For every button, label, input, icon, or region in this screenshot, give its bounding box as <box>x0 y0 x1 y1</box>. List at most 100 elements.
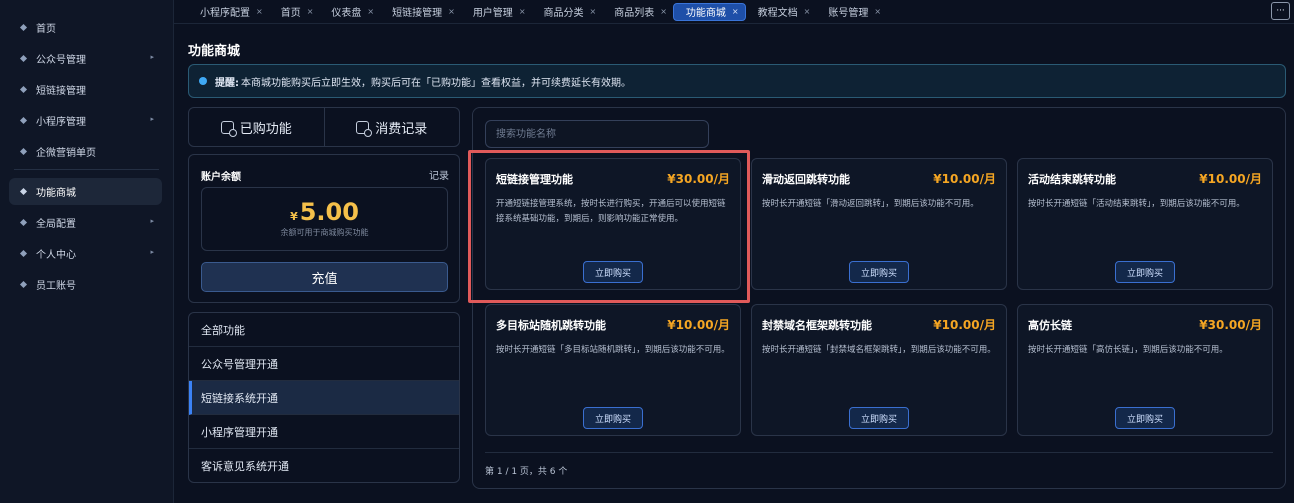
buy-now-button[interactable]: 立即购买 <box>1115 261 1175 283</box>
records-icon <box>356 120 373 137</box>
diamond-icon <box>19 54 28 63</box>
category-item-mini-program[interactable]: 小程序管理开通 <box>189 415 459 449</box>
tab-docs[interactable]: 教程文档 × <box>746 3 817 21</box>
close-icon[interactable]: × <box>660 7 667 16</box>
card-title: 封禁域名框架跳转功能 <box>762 319 872 332</box>
search-input[interactable] <box>485 120 709 148</box>
tab-account-management[interactable]: 账号管理 × <box>816 3 887 21</box>
tab-bar: 小程序配置 × 首页 × 仪表盘 × 短链接管理 × 用户管理 × 商品分类 × 商品列表 ×… <box>174 0 1294 24</box>
chevron-right-icon: ▸ <box>150 217 154 225</box>
buy-now-button[interactable]: 立即购买 <box>583 407 643 429</box>
close-icon[interactable]: × <box>367 7 374 16</box>
sidebar-item-label: 个人中心 <box>36 250 76 261</box>
balance-box: ¥5.00 余额可用于商城购买功能 <box>201 187 448 251</box>
tab-label: 商品分类 <box>543 8 584 19</box>
tab-dashboard[interactable]: 仪表盘 × <box>319 3 380 21</box>
tab-short-link[interactable]: 短链接管理 × <box>380 3 461 21</box>
consumption-records-button[interactable]: 消费记录 <box>323 108 460 146</box>
records-label: 消费记录 <box>375 121 428 137</box>
buy-now-button[interactable]: 立即购买 <box>849 407 909 429</box>
sidebar-item-label: 公众号管理 <box>36 55 86 66</box>
notice-prefix: 提醒: <box>215 77 239 89</box>
close-icon[interactable]: × <box>804 7 811 16</box>
purchased-label: 已购功能 <box>239 121 292 137</box>
balance-records-link[interactable]: 记录 <box>429 167 449 182</box>
balance-note: 余额可用于商城购买功能 <box>280 228 369 237</box>
chevron-right-icon: ▸ <box>150 53 154 61</box>
sidebar-item-wecom-page[interactable]: 企微营销单页 <box>9 138 162 165</box>
diamond-icon <box>19 23 28 32</box>
sidebar-divider <box>14 169 159 170</box>
sidebar-item-global-config[interactable]: 全局配置 ▸ <box>9 209 162 236</box>
tab-mini-program-config[interactable]: 小程序配置 × <box>188 3 269 21</box>
card-price: ¥30.00/月 <box>667 172 730 186</box>
tab-product-list[interactable]: 商品列表 × <box>602 3 673 21</box>
chevron-right-icon: ▸ <box>150 115 154 123</box>
sidebar-item-label: 首页 <box>36 24 56 35</box>
tab-label: 小程序配置 <box>200 8 250 19</box>
card-price: ¥30.00/月 <box>1199 318 1262 332</box>
close-icon[interactable]: × <box>590 7 597 16</box>
card-title: 多目标站随机跳转功能 <box>496 319 606 332</box>
info-icon <box>199 77 207 85</box>
buy-now-button[interactable]: 立即购买 <box>849 261 909 283</box>
category-item-all[interactable]: 全部功能 <box>189 313 459 347</box>
feature-card: 多目标站随机跳转功能 ¥10.00/月 按时长开通短链「多目标站随机跳转」，到期… <box>485 304 741 436</box>
card-title: 高仿长链 <box>1028 319 1072 332</box>
close-icon[interactable]: × <box>732 7 739 16</box>
feature-card: 滑动返回跳转功能 ¥10.00/月 按时长开通短链「滑动返回跳转」，到期后该功能… <box>751 158 1007 290</box>
diamond-icon <box>19 187 28 196</box>
buy-now-button[interactable]: 立即购买 <box>583 261 643 283</box>
feature-card: 活动结束跳转功能 ¥10.00/月 按时长开通短链「活动结束跳转」，到期后该功能… <box>1017 158 1273 290</box>
sidebar-item-personal-center[interactable]: 个人中心 ▸ <box>9 240 162 267</box>
tab-label: 用户管理 <box>472 8 513 19</box>
diamond-icon <box>19 116 28 125</box>
category-item-wechat-official[interactable]: 公众号管理开通 <box>189 347 459 381</box>
more-tabs-button[interactable]: ··· <box>1271 2 1290 20</box>
close-icon[interactable]: × <box>448 7 455 16</box>
pagination-info: 第 1 / 1 页，共 6 个 <box>485 467 568 477</box>
sidebar-item-home[interactable]: 首页 <box>9 14 162 41</box>
sidebar-item-staff-account[interactable]: 员工账号 <box>9 271 162 298</box>
tab-label: 仪表盘 <box>331 8 362 19</box>
tab-product-category[interactable]: 商品分类 × <box>532 3 603 21</box>
tab-user-management[interactable]: 用户管理 × <box>461 3 532 21</box>
balance-amount: ¥5.00 <box>202 198 447 226</box>
category-item-complaints[interactable]: 客诉意见系统开通 <box>189 449 459 482</box>
sidebar-item-label: 企微营销单页 <box>36 148 96 159</box>
card-description: 开通短链接管理系统，按时长进行购买，开通后可以使用短链接系统基础功能，到期后，则… <box>496 199 726 224</box>
close-icon[interactable]: × <box>256 7 263 16</box>
balance-value: 5.00 <box>299 198 359 226</box>
chevron-right-icon: ▸ <box>150 248 154 256</box>
sidebar-item-mini-program[interactable]: 小程序管理 ▸ <box>9 107 162 134</box>
pager-divider <box>485 452 1273 453</box>
page-title: 功能商城 <box>188 44 241 59</box>
sidebar-item-short-link[interactable]: 短链接管理 <box>9 76 162 103</box>
tab-label: 账号管理 <box>828 8 869 19</box>
tab-feature-mall[interactable]: 功能商城 × <box>672 2 746 21</box>
purchased-icon <box>220 120 237 137</box>
close-icon[interactable]: × <box>874 7 881 16</box>
tab-label: 短链接管理 <box>392 8 443 19</box>
sidebar-item-label: 短链接管理 <box>36 86 86 97</box>
card-title: 滑动返回跳转功能 <box>762 173 850 186</box>
currency-symbol: ¥ <box>290 210 298 223</box>
card-description: 按时长开通短链「高仿长链」，到期后该功能不可用。 <box>1028 345 1228 355</box>
diamond-icon <box>19 147 28 156</box>
tab-home[interactable]: 首页 × <box>269 3 320 21</box>
card-price: ¥10.00/月 <box>933 172 996 186</box>
category-list: 全部功能 公众号管理开通 短链接系统开通 小程序管理开通 客诉意见系统开通 <box>188 312 460 483</box>
card-price: ¥10.00/月 <box>1199 172 1262 186</box>
feature-card: 高仿长链 ¥30.00/月 按时长开通短链「高仿长链」，到期后该功能不可用。 立… <box>1017 304 1273 436</box>
buy-now-button[interactable]: 立即购买 <box>1115 407 1175 429</box>
close-icon[interactable]: × <box>519 7 526 16</box>
purchased-features-button[interactable]: 已购功能 <box>189 108 324 146</box>
sidebar-item-wechat-official[interactable]: 公众号管理 ▸ <box>9 45 162 72</box>
balance-card: 账户余额 记录 ¥5.00 余额可用于商城购买功能 充值 <box>188 154 460 303</box>
balance-title: 账户余额 <box>201 172 241 183</box>
view-switcher: 已购功能 消费记录 <box>188 107 460 147</box>
category-item-short-link[interactable]: 短链接系统开通 <box>189 381 459 415</box>
close-icon[interactable]: × <box>307 7 314 16</box>
recharge-button[interactable]: 充值 <box>201 262 448 292</box>
sidebar-item-feature-mall[interactable]: 功能商城 <box>9 178 162 205</box>
